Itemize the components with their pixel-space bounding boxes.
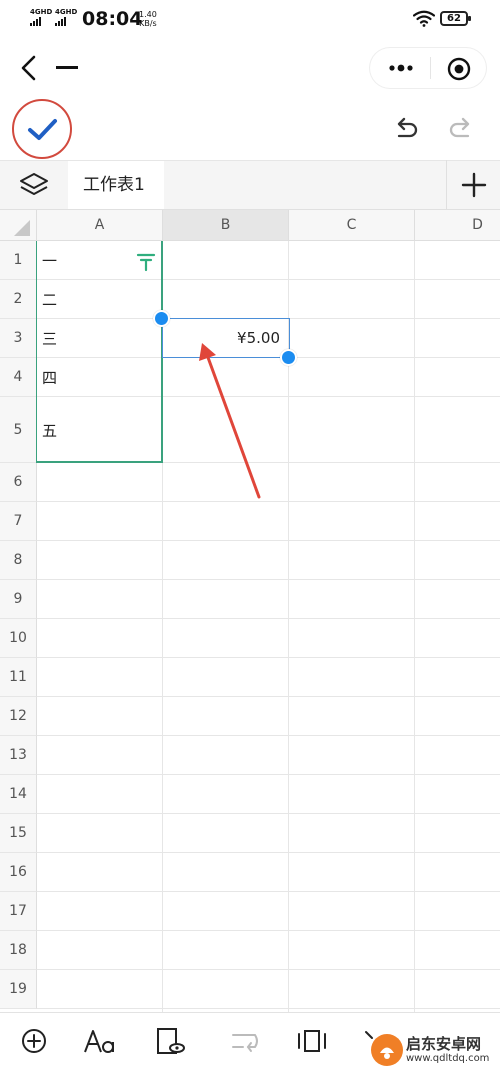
row-header-2[interactable]: 2 <box>0 280 37 319</box>
cell-a4[interactable]: 四 <box>42 358 57 397</box>
row-header-9[interactable]: 9 <box>0 580 37 619</box>
row-header-17[interactable]: 17 <box>0 892 37 931</box>
chevron-left-icon[interactable] <box>14 52 44 84</box>
row-header-4[interactable]: 4 <box>0 358 37 397</box>
confirm-button[interactable] <box>12 99 72 159</box>
row-header-8[interactable]: 8 <box>0 541 37 580</box>
row-header-3[interactable]: 3 <box>0 319 37 358</box>
column-header-a[interactable]: A <box>37 210 163 241</box>
corner-triangle-icon <box>14 220 30 236</box>
row-header-7[interactable]: 7 <box>0 502 37 541</box>
cell-a3[interactable]: 三 <box>42 319 57 358</box>
row-header-13[interactable]: 13 <box>0 736 37 775</box>
nav-title-dash <box>56 66 78 69</box>
add-sheet-button[interactable] <box>446 160 500 210</box>
clock: 08:04 <box>82 8 143 30</box>
filter-icon[interactable] <box>136 252 156 272</box>
gridline <box>37 501 500 502</box>
gridline <box>37 696 500 697</box>
selection-handle-bottom-right[interactable] <box>280 349 297 366</box>
battery-indicator: 62 <box>440 11 471 26</box>
gridline <box>37 774 500 775</box>
gridline <box>37 657 500 658</box>
row-header-10[interactable]: 10 <box>0 619 37 658</box>
gridline <box>37 852 500 853</box>
capsule-divider <box>430 57 431 79</box>
signal-bars-icon <box>55 17 77 26</box>
font-format-icon[interactable] <box>83 1026 117 1056</box>
more-dots-icon[interactable] <box>384 58 418 78</box>
cell-a5[interactable]: 五 <box>42 397 57 463</box>
undo-icon[interactable] <box>391 115 421 145</box>
status-bar: 4GHD 4GHD 08:04 1.40 KB/s 62 <box>0 0 500 40</box>
row-header-14[interactable]: 14 <box>0 775 37 814</box>
annotation-arrow <box>199 343 261 499</box>
row-header-1[interactable]: 1 <box>0 241 37 280</box>
column-header-b[interactable]: B <box>163 210 289 241</box>
cell-a2[interactable]: 二 <box>42 280 57 319</box>
wifi-icon <box>413 10 435 27</box>
gridline <box>37 969 500 970</box>
target-circle-icon[interactable] <box>447 57 471 81</box>
signal-indicator-2: 4GHD <box>55 9 77 26</box>
row-header-12[interactable]: 12 <box>0 697 37 736</box>
gridline <box>37 735 500 736</box>
row-header-19[interactable]: 19 <box>0 970 37 1009</box>
row-header-15[interactable]: 15 <box>0 814 37 853</box>
cell-view-icon[interactable] <box>154 1026 188 1056</box>
watermark-name: 启东安卓网 <box>406 1035 482 1053</box>
spreadsheet-grid: A B C D 1 2 3 4 5 6 7 8 9 10 11 12 13 14… <box>0 210 500 1012</box>
network-speed-value: 1.40 <box>139 10 157 19</box>
network-speed: 1.40 KB/s <box>139 10 157 28</box>
redo-icon[interactable] <box>446 115 476 145</box>
signal-label-1: 4GHD <box>30 8 53 16</box>
signal-bars-icon <box>30 17 52 26</box>
column-adjust-icon[interactable] <box>295 1026 329 1056</box>
signal-label-2: 4GHD <box>55 8 78 16</box>
signal-indicator-1: 4GHD <box>30 9 52 26</box>
gridline <box>37 618 500 619</box>
add-circle-icon[interactable] <box>17 1026 51 1056</box>
row-header-16[interactable]: 16 <box>0 853 37 892</box>
gridline <box>37 891 500 892</box>
gridline <box>37 930 500 931</box>
column-header-c[interactable]: C <box>289 210 415 241</box>
tab-sheet1[interactable]: 工作表1 <box>68 161 164 209</box>
cell-a1[interactable]: 一 <box>42 241 57 280</box>
gridline <box>37 813 500 814</box>
row-header-5[interactable]: 5 <box>0 397 37 463</box>
column-header-d[interactable]: D <box>415 210 500 241</box>
gridline <box>37 579 500 580</box>
row-header-6[interactable]: 6 <box>0 463 37 502</box>
selection-handle-top-left[interactable] <box>153 310 170 327</box>
plus-icon <box>461 172 487 198</box>
row-header-11[interactable]: 11 <box>0 658 37 697</box>
checkmark-icon <box>28 119 57 140</box>
gridline <box>414 241 415 1012</box>
watermark-url: www.qdltdq.com <box>406 1053 490 1064</box>
gridline <box>37 1008 500 1009</box>
gridline <box>37 540 500 541</box>
wrap-text-icon[interactable] <box>228 1026 262 1056</box>
network-speed-unit: KB/s <box>139 19 157 28</box>
layers-icon[interactable] <box>18 170 50 200</box>
row-header-18[interactable]: 18 <box>0 931 37 970</box>
select-all-corner[interactable] <box>0 210 37 241</box>
